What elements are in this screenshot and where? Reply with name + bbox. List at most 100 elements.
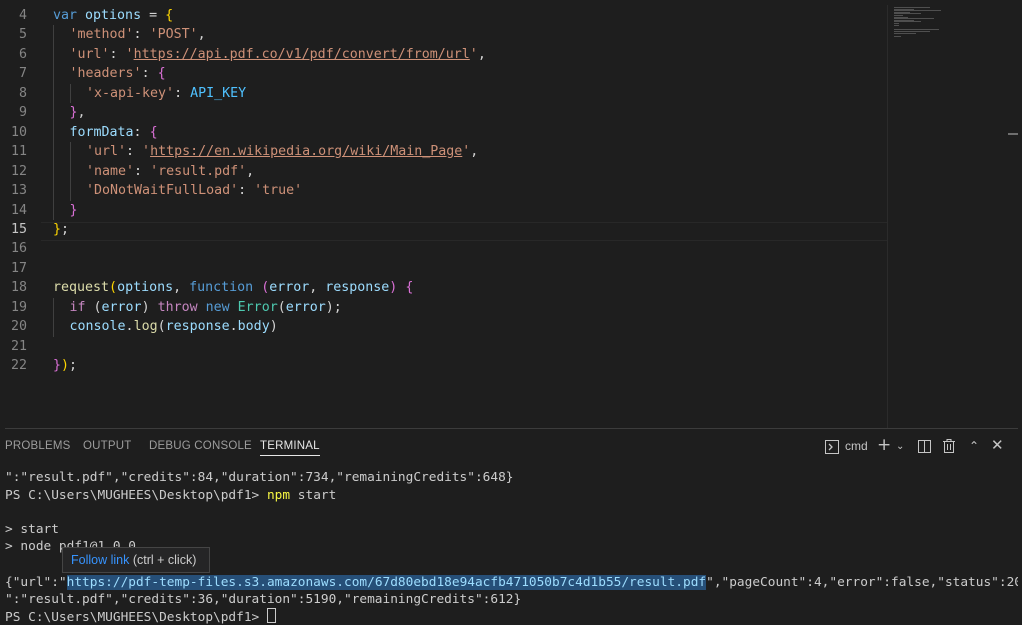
line-number: 9: [18, 105, 27, 121]
code-token: new: [205, 299, 230, 315]
code-line[interactable]: 19 if (error) throw new Error(error);: [5, 297, 885, 318]
code-token: :: [109, 46, 126, 62]
code-token: ): [141, 299, 158, 315]
code-token: :: [134, 163, 151, 179]
code-token: if: [69, 299, 86, 315]
code-line[interactable]: 16: [5, 239, 885, 258]
chevron-down-icon[interactable]: ⌄: [896, 439, 904, 455]
code-token: var: [53, 8, 86, 23]
chevron-up-icon[interactable]: ⌃: [969, 438, 979, 454]
code-token: ;: [69, 358, 78, 374]
code-text: 'name': 'result.pdf',: [86, 162, 254, 181]
code-link[interactable]: https://api.pdf.co/v1/pdf/convert/from/u…: [134, 47, 470, 62]
code-text: formData: {: [70, 123, 158, 142]
line-number: 6: [18, 46, 27, 62]
code-token: }: [69, 105, 78, 121]
code-link[interactable]: https://en.wikipedia.org/wiki/Main_Page: [150, 144, 462, 159]
code-line[interactable]: 11 'url': 'https://en.wikipedia.org/wiki/…: [5, 142, 885, 162]
tab-debug-console[interactable]: DEBUG CONSOLE: [149, 440, 252, 452]
line-number: 15: [10, 221, 27, 237]
terminal-icon[interactable]: [825, 440, 839, 458]
code-token: .: [125, 319, 134, 335]
code-token: ': [142, 144, 151, 160]
code-token: 'x-api-key': [86, 85, 175, 101]
terminal-line: {"url":"https://pdf-temp-files.s3.amazon…: [5, 575, 1018, 590]
code-token: :: [238, 183, 255, 199]
line-number: 21: [10, 338, 27, 354]
editor-scrollbar[interactable]: [1008, 5, 1018, 428]
code-token: 'true': [254, 183, 303, 199]
code-token: {: [157, 66, 166, 82]
code-line[interactable]: 13 'DoNotWaitFullLoad': 'true': [5, 181, 885, 201]
indent-guide: [69, 181, 71, 201]
code-editor[interactable]: 4 var options = {5'method': 'POST', 6 'url'…: [5, 5, 1018, 428]
code-line[interactable]: 12 'name': 'result.pdf',: [5, 161, 885, 182]
code-token: (: [277, 299, 286, 315]
code-token: 'DoNotWaitFullLoad': [86, 183, 239, 199]
code-line[interactable]: 15};: [5, 220, 885, 239]
code-token: ): [269, 319, 278, 335]
code-line[interactable]: 9},: [5, 103, 885, 123]
indent-guide: [53, 317, 54, 337]
code-token: ,: [309, 280, 326, 296]
link-hover-tooltip: Follow link (ctrl + click): [62, 547, 210, 573]
code-line[interactable]: 22});: [5, 356, 885, 375]
follow-link-text[interactable]: Follow link: [71, 553, 129, 567]
code-line[interactable]: 18 request(options, function (error, resp…: [5, 278, 885, 297]
code-token: 'headers': [69, 66, 142, 82]
code-line[interactable]: 21: [5, 337, 885, 356]
code-text: }: [70, 201, 78, 220]
code-line[interactable]: 7 'headers': {: [5, 64, 885, 84]
code-text: 'method': 'POST',: [70, 25, 206, 44]
code-token: 'url': [86, 144, 127, 160]
code-token: response: [165, 319, 230, 335]
code-line[interactable]: 10 formData: {: [5, 122, 885, 143]
code-token: error: [285, 299, 326, 315]
code-line[interactable]: 5 'method': 'POST',: [5, 25, 885, 45]
indent-guide: [53, 83, 54, 104]
indent-guide: [53, 297, 54, 318]
code-line[interactable]: 14}: [5, 200, 885, 220]
minimap[interactable]: [887, 5, 1008, 428]
terminal-select[interactable]: cmd: [845, 438, 868, 454]
close-icon[interactable]: ✕: [991, 437, 1004, 453]
terminal-line: > start: [5, 522, 59, 537]
terminal-link[interactable]: https://pdf-temp-files.s3.amazonaws.com/…: [66, 575, 707, 590]
code-token: {: [149, 124, 158, 140]
code-token: {: [165, 8, 174, 23]
trash-icon[interactable]: [943, 439, 955, 457]
tab-problems[interactable]: PROBLEMS: [5, 440, 71, 452]
code-token: ,: [77, 105, 86, 121]
line-number: 14: [10, 202, 27, 218]
indent-guide: [53, 122, 54, 143]
code-token: :: [174, 85, 191, 101]
split-terminal-icon[interactable]: [918, 440, 931, 457]
code-line[interactable]: 6 'url': 'https://api.pdf.co/v1/pdf/conve…: [5, 44, 885, 65]
code-line[interactable]: 4 var options = {: [5, 6, 885, 25]
code-line[interactable]: 8 'x-api-key': API_KEY: [5, 83, 885, 104]
code-text: 'DoNotWaitFullLoad': 'true': [86, 181, 302, 200]
code-token: error: [269, 280, 310, 296]
tab-output[interactable]: OUTPUT: [83, 440, 131, 452]
code-token: 'POST': [149, 27, 198, 43]
code-line[interactable]: 20 console.log(response.body): [5, 317, 885, 337]
bottom-panel: PROBLEMS OUTPUT DEBUG CONSOLE TERMINAL c…: [5, 428, 1018, 625]
plus-icon[interactable]: +: [877, 437, 891, 454]
code-token: options: [117, 280, 174, 296]
code-token: function: [189, 280, 254, 296]
code-token: API_KEY: [190, 85, 247, 101]
code-token: log: [133, 319, 158, 335]
code-token: body: [237, 319, 270, 335]
line-number: 19: [10, 299, 27, 315]
minimap-line: [894, 24, 900, 26]
code-line[interactable]: 17: [5, 259, 885, 278]
tab-terminal[interactable]: TERMINAL: [260, 440, 320, 456]
terminal-line: ":"result.pdf","credits":36,"duration":5…: [5, 592, 522, 607]
terminal-cursor: [266, 608, 276, 623]
code-token: formData: [69, 124, 134, 140]
code-token: ': [469, 46, 478, 62]
code-token: =: [141, 8, 166, 23]
code-token: ): [61, 358, 70, 374]
